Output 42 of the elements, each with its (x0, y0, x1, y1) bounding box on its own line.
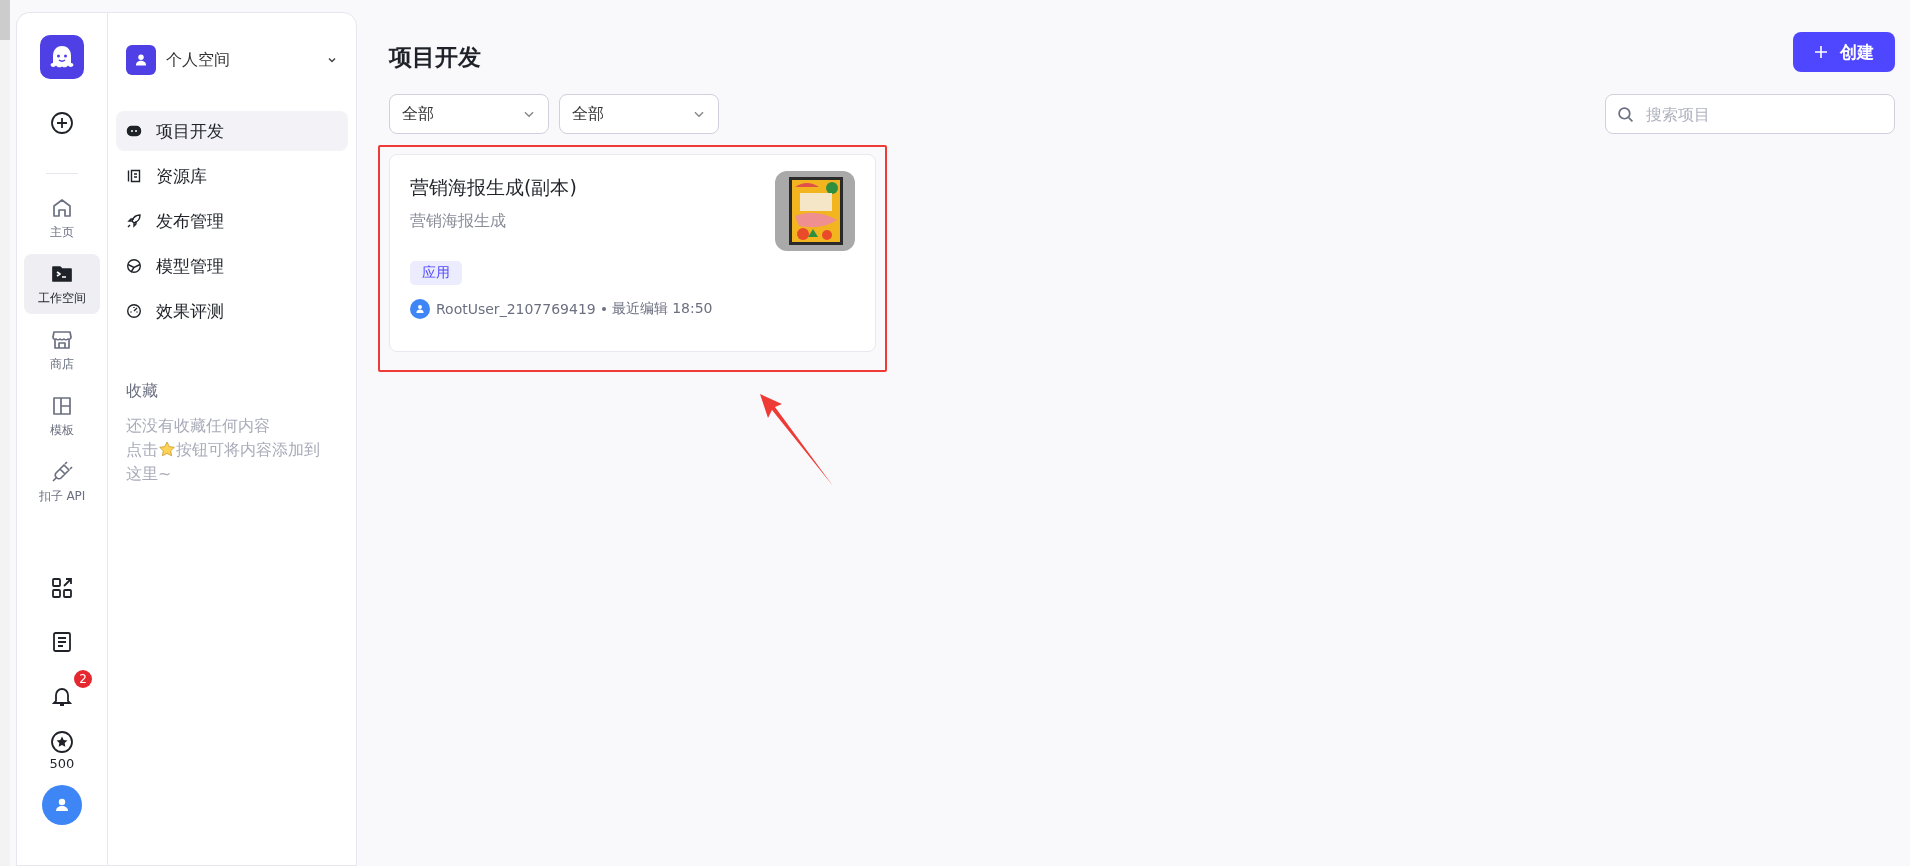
gauge-icon (126, 303, 142, 319)
filter-dropdown[interactable]: 全部 (559, 94, 719, 134)
search-icon (1617, 105, 1634, 123)
rail-item[interactable]: 工作空间 (24, 254, 100, 314)
create-button[interactable]: 创建 (1793, 32, 1895, 72)
rail-item[interactable]: 模板 (24, 386, 100, 446)
plus-icon (1814, 45, 1828, 59)
rail-item[interactable]: 商店 (24, 320, 100, 380)
app-logo[interactable] (40, 35, 84, 79)
rail-item[interactable]: 主页 (24, 188, 100, 248)
bot-icon (126, 123, 142, 139)
edit-time: 最近编辑 18:50 (611, 300, 713, 318)
plug-icon (50, 459, 74, 484)
rail-item[interactable]: 扣子 API (24, 452, 100, 512)
points-button[interactable]: 500 (49, 730, 75, 771)
sidebar-item[interactable]: 项目开发 (116, 111, 348, 151)
separator-dot (601, 307, 606, 311)
type-tag: 应用 (410, 261, 462, 285)
globe-icon (126, 258, 142, 274)
favorites-empty-text: 还没有收藏任何内容 点击 按钮可将内容添加到 这里~ (126, 415, 321, 485)
project-title: 营销海报生成(副本) (410, 175, 577, 200)
favorites-heading: 收藏 (126, 381, 159, 402)
sidebar-item[interactable]: 模型管理 (116, 246, 348, 286)
search-field[interactable]: 搜索项目 (1605, 94, 1895, 134)
user-avatar[interactable] (42, 785, 82, 825)
star-icon (158, 441, 176, 457)
space-avatar-icon (126, 45, 156, 75)
notification-badge: 2 (74, 670, 92, 688)
sidebar-item[interactable]: 效果评测 (116, 291, 348, 331)
sidebar-item[interactable]: 资源库 (116, 156, 348, 196)
user-avatar (410, 299, 430, 319)
filter-dropdown[interactable]: 全部 (389, 94, 549, 134)
project-description: 营销海报生成 (410, 211, 507, 232)
sidebar-item[interactable]: 发布管理 (116, 201, 348, 241)
author-name: RootUser_2107769419 (436, 301, 596, 317)
project-card[interactable]: 营销海报生成(副本) 营销海报生成 应用 RootUser_2107769419 最近编辑 18:50 (389, 154, 876, 352)
scrollbar[interactable] (0, 0, 10, 866)
page-title: 项目开发 (389, 42, 481, 72)
space-selector[interactable]: 个人空间 (116, 43, 348, 77)
book-icon (126, 168, 142, 184)
rocket-icon (126, 213, 142, 229)
search-input[interactable]: 搜索项目 (1644, 103, 1883, 125)
